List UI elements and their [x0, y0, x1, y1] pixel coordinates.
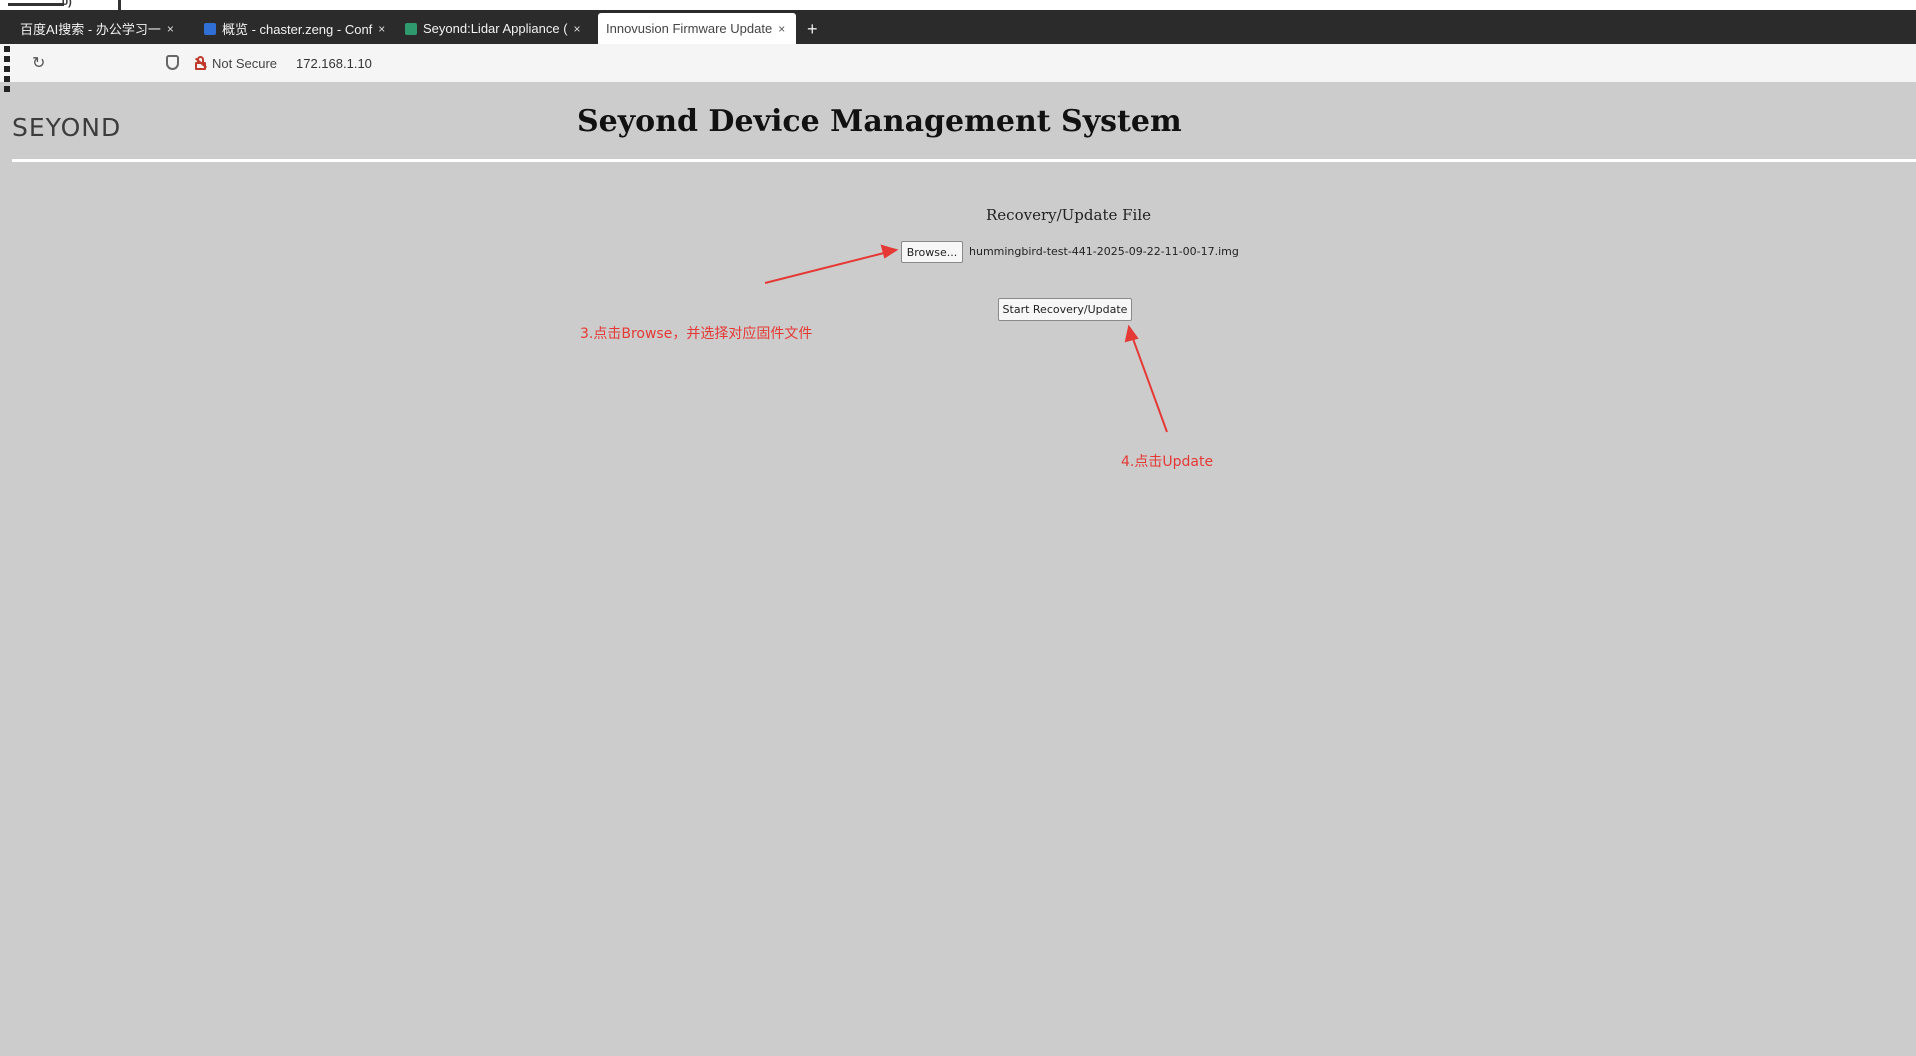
lidar-favicon-icon — [405, 22, 417, 35]
annotation-step4: 4.点击Update — [1121, 454, 1214, 470]
annotation-arrow-update — [1131, 335, 1168, 433]
edge-handle-icon — [4, 46, 12, 96]
page-title: Seyond Device Management System — [577, 104, 1182, 139]
url-field[interactable]: 172.168.1.10 — [296, 56, 372, 71]
reload-icon[interactable]: ↻ — [32, 53, 45, 73]
seyond-logo: SEYOND — [12, 113, 122, 142]
shield-icon[interactable] — [166, 55, 179, 70]
close-icon[interactable]: × — [574, 22, 581, 36]
tab-seyond-lidar-appliance[interactable]: Seyond:Lidar Appliance ( × — [405, 13, 587, 44]
strip-text: 0) — [62, 0, 72, 8]
close-icon[interactable]: × — [167, 22, 174, 36]
arrowhead-browse — [880, 244, 899, 259]
annotation-step3: 3.点击Browse，并选择对应固件文件 — [580, 326, 813, 342]
tab-innovusion-firmware-update[interactable]: Innovusion Firmware Update × — [598, 13, 796, 44]
browse-button[interactable]: Browse... — [901, 241, 963, 263]
security-status-label[interactable]: Not Secure — [212, 56, 277, 71]
arrowhead-update — [1124, 324, 1139, 343]
close-icon[interactable]: × — [378, 22, 385, 36]
address-bar: ↻ Not Secure 172.168.1.10 — [0, 44, 1916, 82]
tab-label: Innovusion Firmware Update — [606, 21, 773, 36]
tab-label: 百度AI搜索 - 办公学习一 — [20, 22, 161, 37]
annotation-arrow-browse — [764, 251, 889, 284]
tab-confluence-overview[interactable]: 概览 - chaster.zeng - Conf × — [204, 13, 386, 44]
file-section-title: Recovery/Update File — [986, 206, 1151, 224]
start-recovery-update-button[interactable]: Start Recovery/Update — [998, 298, 1132, 321]
new-tab-button[interactable]: + — [807, 20, 818, 38]
strip-divider — [118, 0, 121, 10]
confluence-favicon-icon — [204, 22, 216, 35]
tab-baidu-ai-search[interactable]: 百度AI搜索 - 办公学习一 × — [20, 13, 182, 44]
page-header: SEYOND Seyond Device Management System — [12, 82, 1916, 162]
screenshot-page: 0) 百度AI搜索 - 办公学习一 × 概览 - chaster.zeng - … — [0, 0, 1916, 1056]
close-icon[interactable]: × — [778, 22, 785, 36]
browser-tab-bar: 百度AI搜索 - 办公学习一 × 概览 - chaster.zeng - Con… — [0, 10, 1916, 44]
selected-file-name: hummingbird-test-441-2025-09-22-11-00-17… — [969, 245, 1239, 258]
strip-mark — [8, 0, 64, 6]
tab-label: Seyond:Lidar Appliance ( — [423, 21, 568, 36]
insecure-lock-icon[interactable] — [194, 56, 208, 70]
top-strip: 0) — [0, 0, 1916, 10]
tab-label: 概览 - chaster.zeng - Conf — [222, 22, 373, 37]
